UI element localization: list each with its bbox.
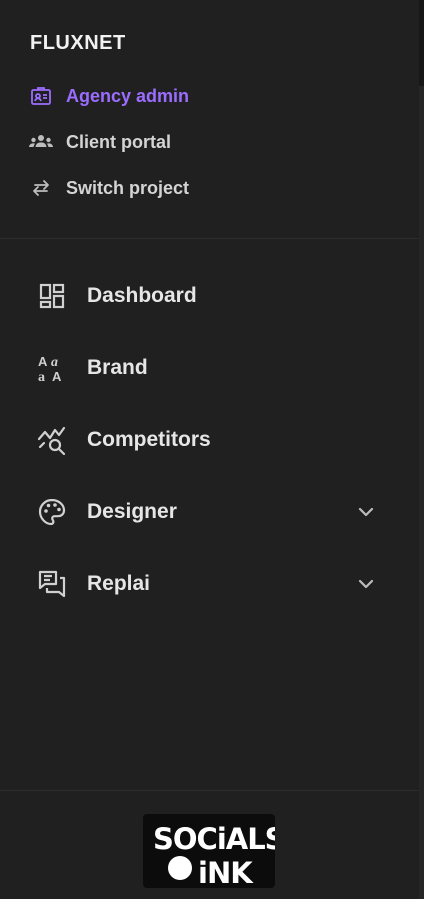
agency-admin-label: Agency admin (66, 85, 190, 106)
client-portal-link[interactable]: Client portal (28, 130, 171, 154)
svg-text:iNK: iNK (198, 856, 254, 888)
palette-icon (36, 496, 68, 528)
svg-text:A: A (38, 354, 48, 369)
svg-text:A: A (52, 369, 62, 383)
swap-arrows-icon (28, 177, 54, 199)
client-portal-label: Client portal (66, 131, 172, 152)
nav-label-replai: Replai (87, 572, 151, 595)
divider (0, 238, 419, 239)
dashboard-icon (36, 280, 68, 312)
nav-item-designer[interactable]: Designer (36, 494, 386, 530)
content-edge (419, 0, 424, 899)
nav-label-competitors: Competitors (87, 428, 211, 451)
nav-label-dashboard: Dashboard (87, 284, 197, 307)
svg-text:SOCiALS: SOCiALS (153, 822, 275, 856)
agency-admin-link[interactable]: Agency admin (28, 84, 189, 108)
chevron-down-icon[interactable] (354, 500, 378, 524)
trend-search-icon (36, 424, 68, 456)
svg-text:a: a (51, 355, 58, 370)
nav-label-designer: Designer (87, 500, 177, 523)
footer-divider (0, 790, 419, 791)
nav-item-competitors[interactable]: Competitors (36, 422, 386, 458)
switch-project-label: Switch project (66, 177, 190, 198)
typography-icon: A a a A (36, 352, 68, 384)
users-icon (28, 131, 54, 153)
app-title: FLUXNET (30, 32, 126, 54)
svg-text:a: a (38, 370, 45, 383)
nav-item-replai[interactable]: Replai (36, 566, 386, 602)
chat-bubbles-icon (36, 568, 68, 600)
nav-item-dashboard[interactable]: Dashboard (36, 278, 386, 314)
socials-ink-logo: SOCiALS iNK (143, 814, 275, 888)
chevron-down-icon[interactable] (354, 572, 378, 596)
nav-label-brand: Brand (87, 356, 148, 379)
sidebar: FLUXNET Agency admin Client portal Switc… (0, 0, 419, 899)
badge-icon (28, 85, 54, 107)
switch-project-link[interactable]: Switch project (28, 176, 189, 200)
nav-item-brand[interactable]: A a a A Brand (36, 350, 386, 386)
